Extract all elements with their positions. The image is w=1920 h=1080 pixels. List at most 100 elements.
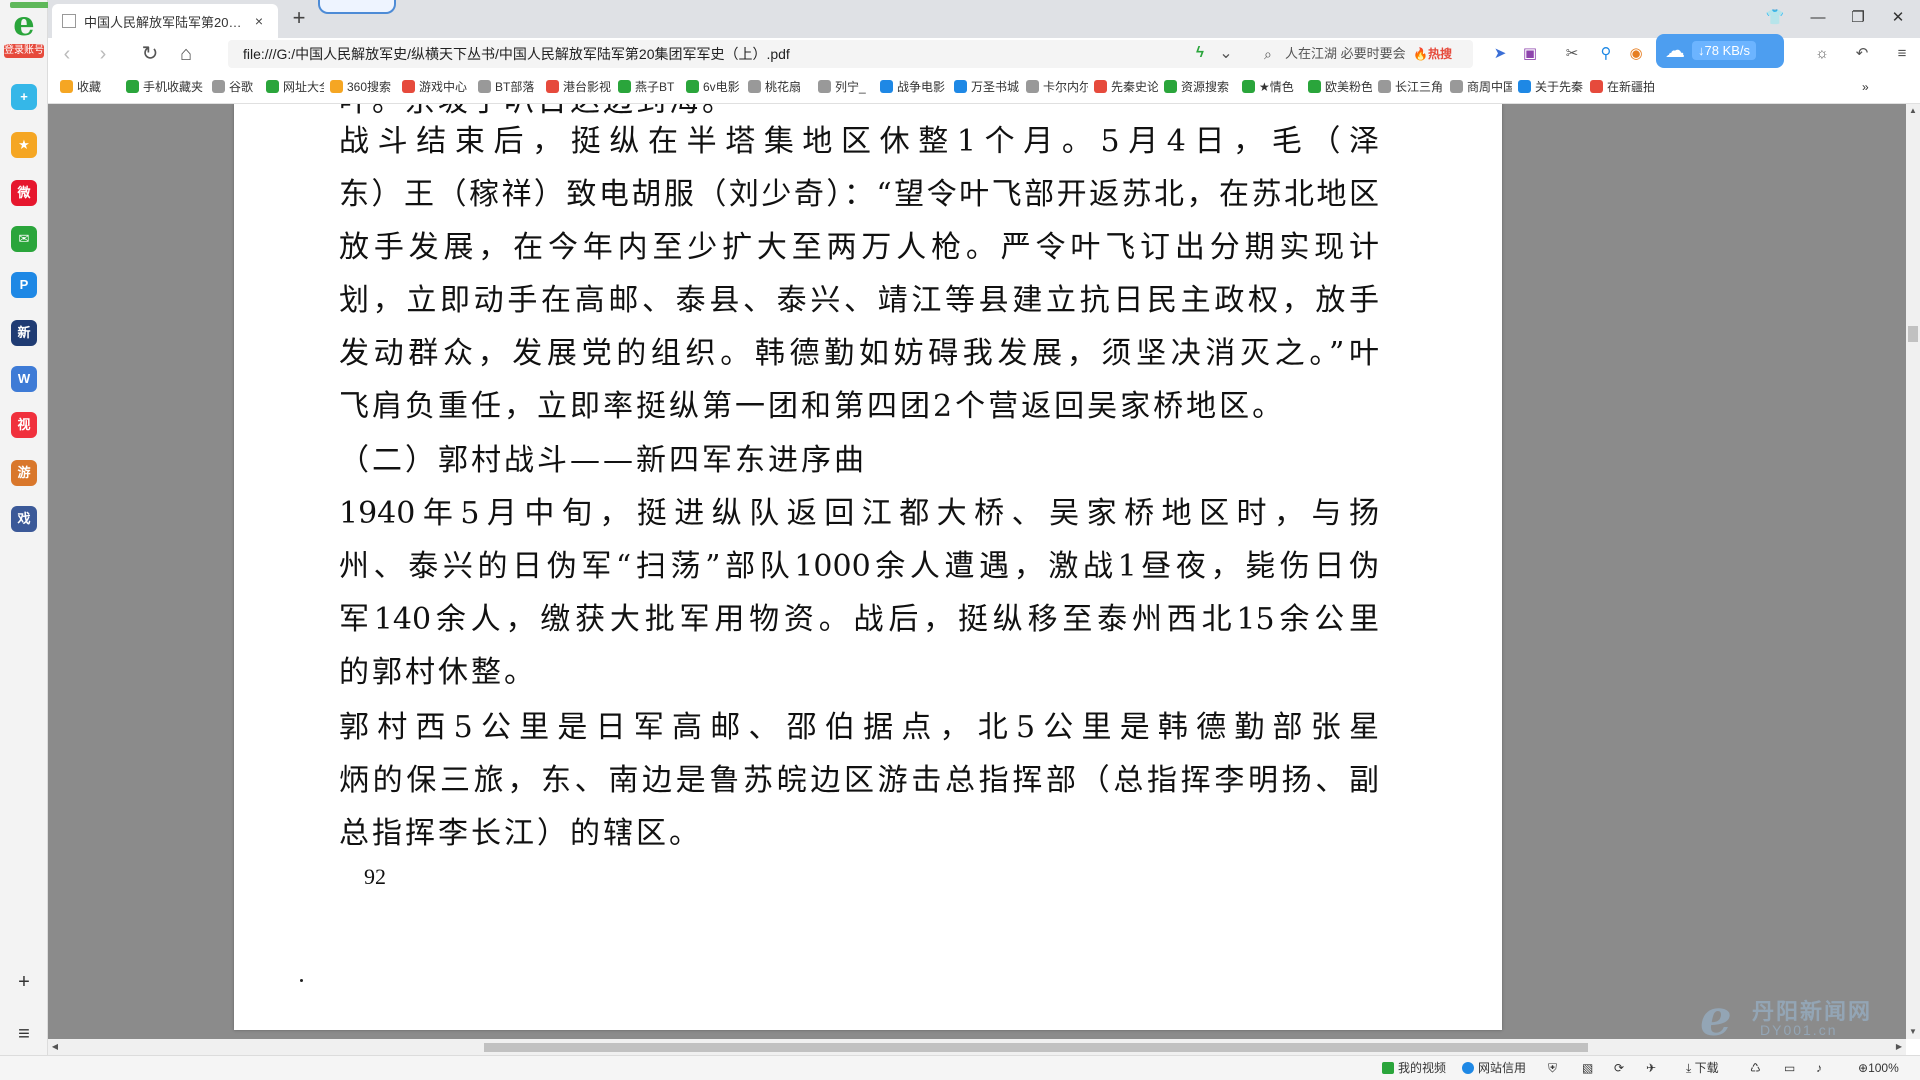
tab-active[interactable]: 中国人民解放军陆军第20集团军 × bbox=[52, 4, 278, 38]
vertical-scrollbar[interactable]: ▲ ▼ bbox=[1906, 104, 1920, 1039]
window-icon[interactable]: ▭ bbox=[1784, 1060, 1795, 1077]
paragraph-line: 放手发展，在今年内至少扩大至两万人枪。严令叶飞订出分期实现计 bbox=[339, 230, 1379, 265]
bookmark-label: 网址大全 bbox=[283, 80, 324, 94]
my-video-button[interactable]: 我的视频 bbox=[1382, 1060, 1446, 1077]
pdf-viewer[interactable]: 叶。京坡于叭日达边到海。 战斗结束后，挺纵在半塔集地区休整1个月。5月4日，毛（… bbox=[48, 104, 1906, 1039]
hot-search-badge[interactable]: 🔥热搜 bbox=[1413, 45, 1452, 62]
sidebar-menu-icon[interactable]: ≡ bbox=[11, 1021, 37, 1047]
bookmark-item[interactable]: 谷歌 bbox=[212, 79, 262, 95]
bookmark-item[interactable]: 列宁_ bbox=[818, 79, 874, 95]
extension-icon[interactable]: ▣ bbox=[1518, 42, 1542, 66]
video-app-icon[interactable]: 视 bbox=[11, 412, 37, 438]
bookmark-label: 游戏中心 bbox=[419, 80, 468, 94]
p-app-icon[interactable]: P bbox=[11, 272, 37, 298]
image-icon[interactable]: ▧ bbox=[1582, 1060, 1593, 1077]
address-bar[interactable]: file:///G:/中国人民解放军史/纵横天下丛书/中国人民解放军陆军第20集… bbox=[228, 40, 1295, 68]
back-button[interactable]: ‹ bbox=[54, 41, 80, 67]
bookmark-item[interactable]: 长江三角 bbox=[1378, 79, 1444, 95]
game-icon[interactable]: 游 bbox=[11, 460, 37, 486]
restore-button[interactable]: ❐ bbox=[1838, 2, 1878, 34]
news-icon[interactable]: 新 bbox=[11, 320, 37, 346]
site-credit-button[interactable]: 网站信用 bbox=[1462, 1060, 1526, 1077]
credit-icon bbox=[1462, 1062, 1474, 1074]
bookmark-item[interactable]: 港台影视 bbox=[546, 79, 612, 95]
paragraph-line: 战斗结束后，挺纵在半塔集地区休整1个月。5月4日，毛（泽 bbox=[339, 124, 1379, 159]
pdf-page: 叶。京坡于叭日达边到海。 战斗结束后，挺纵在半塔集地区休整1个月。5月4日，毛（… bbox=[234, 104, 1502, 1030]
cleanup-icon[interactable]: ♺ bbox=[1750, 1060, 1761, 1077]
bookmark-item[interactable]: 商周中国 bbox=[1450, 79, 1512, 95]
new-tab-button[interactable]: + bbox=[284, 4, 314, 34]
close-window-button[interactable]: ✕ bbox=[1878, 2, 1918, 34]
status-bar: 我的视频 网站信用 ⛨ ▧ ⟳ ✈ ⤓ 下载 ♺ ▭ ♪ ⊕100% bbox=[0, 1055, 1920, 1080]
bookmark-item[interactable]: 关于先秦 bbox=[1518, 79, 1584, 95]
undo-icon[interactable]: ↶ bbox=[1850, 42, 1874, 66]
bookmark-item[interactable]: BT部落 bbox=[478, 79, 540, 95]
scroll-down-icon[interactable]: ▼ bbox=[1906, 1025, 1920, 1039]
scroll-left-icon[interactable]: ◀ bbox=[48, 1039, 62, 1055]
bookmark-icon bbox=[1242, 80, 1255, 93]
bookmark-label: 燕子BT bbox=[635, 80, 675, 94]
zoom-level[interactable]: ⊕100% bbox=[1858, 1060, 1899, 1077]
download-speed-widget[interactable]: ☁ ↓78 KB/s bbox=[1656, 34, 1784, 68]
bookmark-item[interactable]: 万圣书城 bbox=[954, 79, 1020, 95]
bookmark-item[interactable]: 先秦史论 bbox=[1094, 79, 1158, 95]
left-sidebar: e 登录账号 + ★ 微 ✉ P 新 W 视游戏 + ≡ bbox=[0, 0, 62, 1055]
scan-speck bbox=[300, 979, 303, 982]
paragraph-line: 总指挥李长江）的辖区。 bbox=[339, 816, 702, 851]
tab-group-pill[interactable] bbox=[318, 0, 396, 14]
tab-bar: 中国人民解放军陆军第20集团军 × + 👕 — ❐ ✕ bbox=[48, 0, 1920, 38]
mail-icon[interactable]: ✉ bbox=[11, 226, 37, 252]
screenshot-icon[interactable]: ✂ bbox=[1560, 42, 1584, 66]
bookmark-item[interactable]: ★情色 bbox=[1242, 79, 1302, 95]
bookmark-icon bbox=[1518, 80, 1531, 93]
browser-logo[interactable]: e 登录账号 bbox=[4, 6, 44, 60]
horizontal-scroll-thumb[interactable] bbox=[484, 1043, 1588, 1052]
download-button[interactable]: ⤓ 下载 bbox=[1686, 1060, 1719, 1077]
sync-icon[interactable]: ⟳ bbox=[1614, 1060, 1624, 1077]
bookmark-item[interactable]: 手机收藏夹 bbox=[126, 79, 206, 95]
scroll-up-icon[interactable]: ▲ bbox=[1906, 104, 1920, 118]
bookmark-item[interactable]: 资源搜索 bbox=[1164, 79, 1236, 95]
bookmark-icon bbox=[212, 80, 225, 93]
game2-icon[interactable]: 戏 bbox=[11, 506, 37, 532]
bookmark-item[interactable]: 360搜索 bbox=[330, 79, 396, 95]
speedup-icon[interactable]: ✈ bbox=[1646, 1060, 1656, 1077]
main-menu-icon[interactable]: ≡ bbox=[1890, 42, 1914, 66]
weibo-icon[interactable]: 微 bbox=[11, 180, 37, 206]
translate-icon[interactable]: ➤ bbox=[1488, 42, 1512, 66]
bookmark-item[interactable]: 卡尔内尔 bbox=[1026, 79, 1088, 95]
add-sidebar-app-button[interactable]: + bbox=[11, 969, 37, 995]
bookmark-item[interactable]: 网址大全 bbox=[266, 79, 324, 95]
paragraph-line: 划，立即动手在高邮、泰县、泰兴、靖江等县建立抗日民主政权，放手 bbox=[339, 283, 1379, 318]
bookmark-item[interactable]: 游戏中心 bbox=[402, 79, 472, 95]
login-button[interactable]: 登录账号 bbox=[4, 44, 44, 58]
minimize-button[interactable]: — bbox=[1798, 2, 1838, 34]
home-button[interactable]: ⌂ bbox=[173, 41, 199, 67]
bookmark-item[interactable]: 燕子BT bbox=[618, 79, 680, 95]
game-tool-icon[interactable]: ◉ bbox=[1624, 42, 1648, 66]
bookmark-item[interactable]: 战争电影 bbox=[880, 79, 948, 95]
bookmark-item[interactable]: 桃花扇 bbox=[748, 79, 810, 95]
bookmark-item[interactable]: 欧美粉色 bbox=[1308, 79, 1372, 95]
bookmark-item[interactable]: 在新疆拍 bbox=[1590, 79, 1656, 95]
forward-button[interactable]: › bbox=[90, 41, 116, 67]
bookmarks-overflow-button[interactable]: » bbox=[1862, 79, 1882, 95]
bookmark-label: 手机收藏夹 bbox=[143, 80, 204, 94]
tab-close-icon[interactable]: × bbox=[250, 13, 268, 29]
bookmark-label: 360搜索 bbox=[347, 80, 392, 94]
volume-icon[interactable]: ♪ bbox=[1816, 1060, 1822, 1077]
app-icon[interactable]: + bbox=[11, 84, 37, 110]
speed-mode-icon[interactable]: ϟ bbox=[1196, 44, 1210, 62]
bookmark-item[interactable]: 收藏 bbox=[60, 79, 120, 95]
favorites-icon[interactable]: ★ bbox=[11, 132, 37, 158]
bookmark-item[interactable]: 6v电影 bbox=[686, 79, 742, 95]
vertical-scroll-thumb[interactable] bbox=[1908, 326, 1918, 342]
address-dropdown-icon[interactable]: ⌄ bbox=[1213, 41, 1239, 67]
skin-icon[interactable]: 👕 bbox=[1755, 2, 1795, 34]
brightness-icon[interactable]: ☼ bbox=[1810, 42, 1834, 66]
horizontal-scrollbar[interactable]: ◀ ▶ bbox=[48, 1039, 1906, 1055]
refresh-button[interactable]: ↻ bbox=[137, 41, 163, 67]
find-icon[interactable]: ⚲ bbox=[1594, 42, 1618, 66]
doc-icon[interactable]: W bbox=[11, 366, 37, 392]
shield-icon[interactable]: ⛨ bbox=[1548, 1060, 1557, 1077]
